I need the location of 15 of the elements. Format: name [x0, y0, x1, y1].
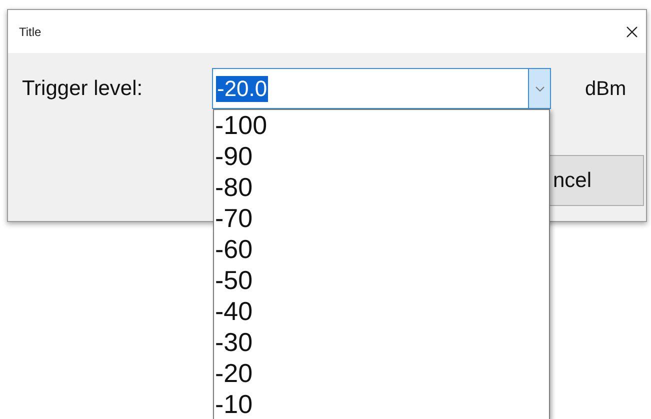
dropdown-option[interactable]: -60	[214, 234, 549, 265]
window-title: Title	[19, 24, 42, 40]
dropdown-option[interactable]: -10	[214, 389, 549, 419]
dropdown-option[interactable]: -100	[214, 110, 549, 141]
unit-label: dBm	[585, 76, 626, 102]
dropdown-option[interactable]: -20	[214, 358, 549, 389]
trigger-level-combobox[interactable]: -20.0	[212, 68, 551, 109]
dropdown-option[interactable]: -40	[214, 296, 549, 327]
chevron-down-icon	[534, 86, 544, 92]
dropdown-option[interactable]: -50	[214, 265, 549, 296]
dropdown-option[interactable]: -30	[214, 327, 549, 358]
combobox-value: -20.0	[216, 76, 268, 102]
close-icon[interactable]	[626, 26, 638, 38]
field-label: Trigger level:	[22, 76, 144, 102]
dropdown-option[interactable]: -70	[214, 203, 549, 234]
